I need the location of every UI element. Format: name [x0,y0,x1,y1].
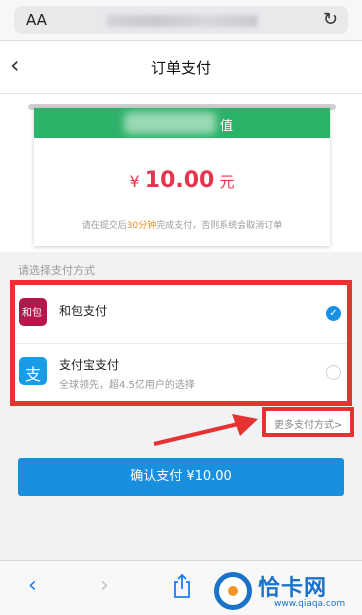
radio-icon[interactable] [326,365,341,380]
notice-highlight: 30分钟 [126,221,157,231]
currency-symbol: ¥ [129,172,140,191]
annotation-arrow-icon [153,414,258,446]
order-summary: 值 ¥ 10.00 元 请在提交后30分钟完成支付，否则系统会取消订单 [0,94,362,252]
order-card-header: 值 [34,108,330,138]
order-amount: ¥ 10.00 元 [34,168,330,193]
browser-address-bar: AA ↻ [0,0,362,41]
watermark-logo-icon [214,572,252,610]
alipay-icon: 支 [19,357,47,385]
hebao-icon: 和包 [19,298,47,326]
amount-unit: 元 [219,173,235,191]
payment-method-alipay[interactable]: 支 支付宝支付 全球领先，超4.5亿用户的选择 [15,344,347,402]
text-size-button[interactable]: AA [26,11,47,29]
more-payment-methods-link[interactable]: 更多支付方式> [262,407,354,437]
payment-method-hebao[interactable]: 和包 和包支付 ✓ [15,285,347,344]
blurred-url [106,15,258,27]
notice-prefix: 请在提交后 [81,221,127,231]
watermark-brand: 恰卡网 [258,576,328,601]
forward-icon[interactable]: › [100,573,109,599]
more-payment-methods-label: 更多支付方式> [274,420,343,431]
check-icon[interactable]: ✓ [326,306,341,321]
payment-method-description: 全球领先，超4.5亿用户的选择 [59,380,195,391]
section-label: 请选择支付方式 [18,264,95,277]
blurred-product-name [124,112,216,134]
reload-icon[interactable]: ↻ [323,9,338,30]
payment-method-name: 和包支付 [59,304,108,318]
back-icon[interactable]: ‹ [28,573,37,599]
amount-value: 10.00 [144,168,215,193]
order-card-header-text: 值 [220,119,234,134]
payment-method-name: 支付宝支付 [59,358,120,372]
order-card: 值 ¥ 10.00 元 请在提交后30分钟完成支付，否则系统会取消订单 [34,108,330,246]
notice-suffix: 完成支付，否则系统会取消订单 [156,221,283,231]
share-icon[interactable] [172,573,192,599]
nav-bar: ‹ 订单支付 [0,41,362,94]
watermark-url: www.qiaqa.com [274,599,346,609]
confirm-payment-button[interactable]: 确认支付 ¥10.00 [18,458,344,496]
address-field[interactable]: AA ↻ [14,6,348,34]
page-title: 订单支付 [150,59,211,77]
payment-deadline-notice: 请在提交后30分钟完成支付，否则系统会取消订单 [34,218,330,231]
payment-method-list: 和包 和包支付 ✓ 支 支付宝支付 全球领先，超4.5亿用户的选择 [10,280,352,406]
